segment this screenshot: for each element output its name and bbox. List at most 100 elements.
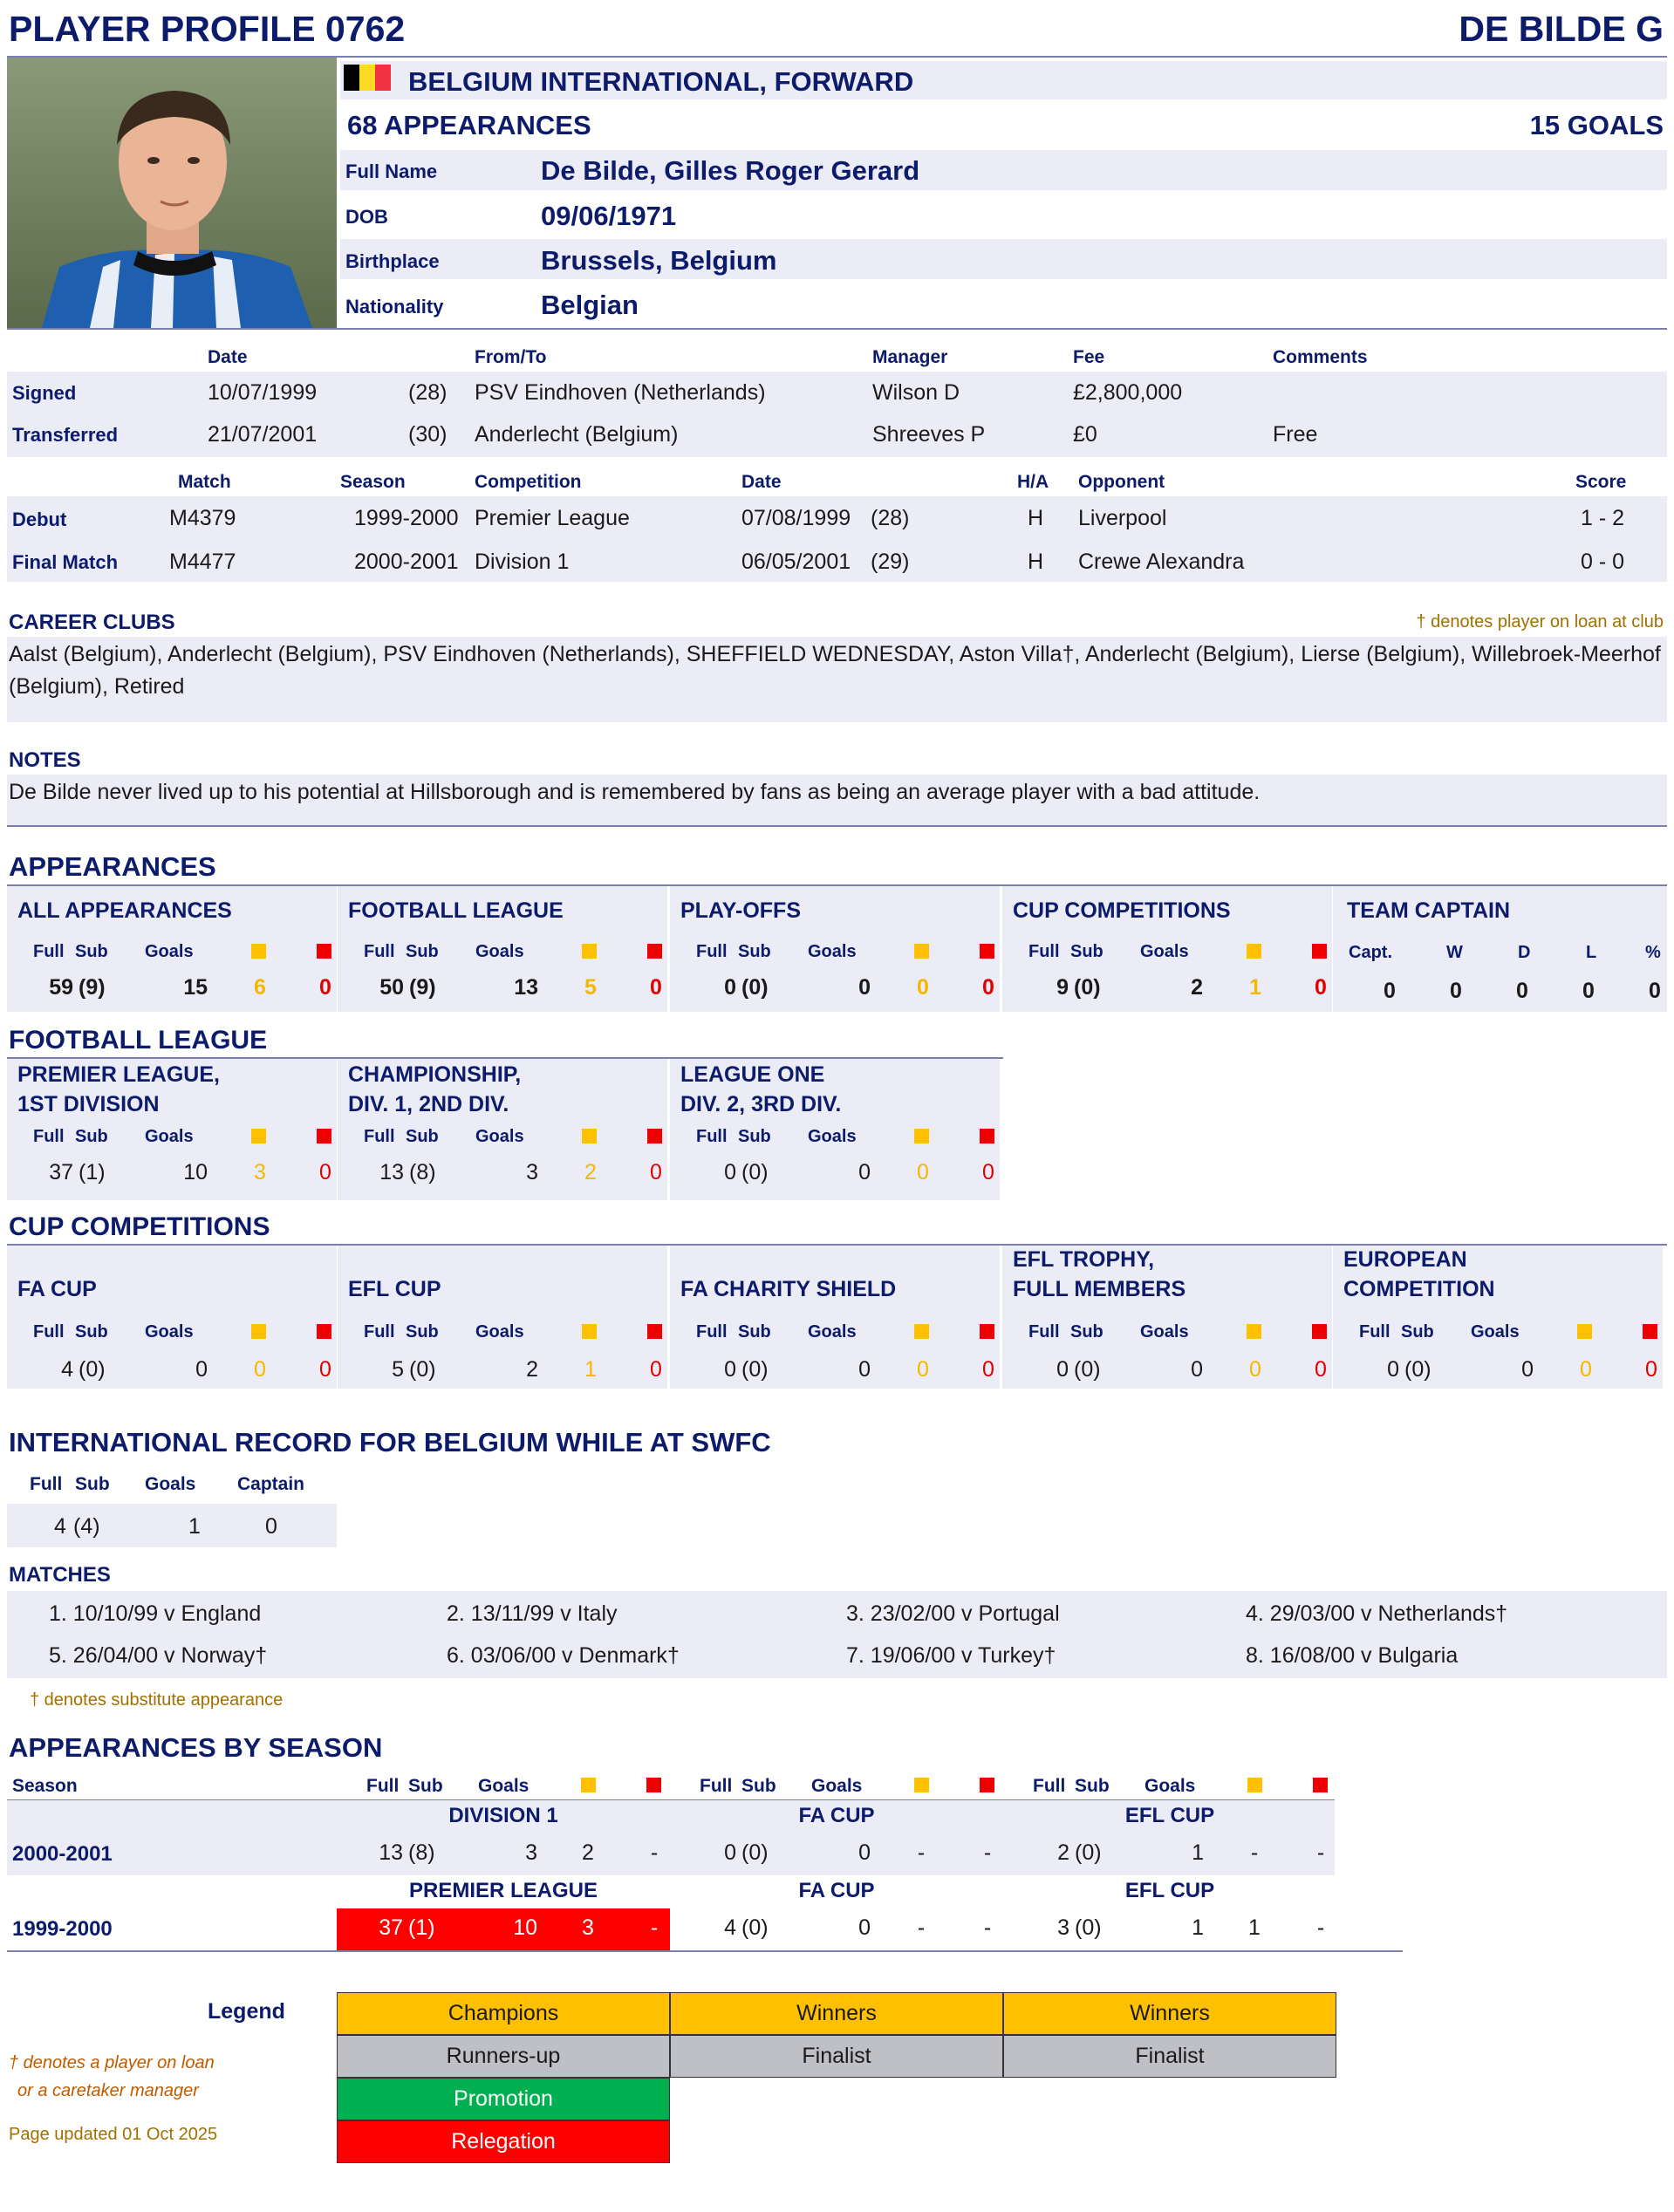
season-goals: 10 (513, 1915, 537, 1940)
cup-competitions-title: CUP COMPETITIONS (9, 1212, 270, 1241)
legend-finalist: Finalist (670, 2035, 1003, 2078)
stat-yellow: 0 (917, 1357, 929, 1382)
season-yellow: - (917, 1915, 926, 1940)
transfers-header-date: Date (208, 347, 248, 367)
red-card-icon (647, 1129, 662, 1144)
stat-sub: (9) (409, 975, 436, 1000)
transfer-type: Signed (12, 382, 77, 404)
captain-value: 0 (1384, 979, 1396, 1003)
col-full-header: Full (696, 942, 728, 961)
col-sub-header: Sub (75, 1322, 108, 1342)
yellow-card-icon (1577, 1324, 1592, 1339)
stat-sub: (0) (1074, 1357, 1101, 1382)
matches-header-score: Score (1575, 472, 1627, 492)
match-type: Final Match (12, 551, 119, 573)
bio-dob: 09/06/1971 (541, 201, 677, 231)
season-goals: 0 (858, 1840, 871, 1865)
legend-finalist: Finalist (1003, 2035, 1336, 2078)
stat-full: 0 (724, 1160, 736, 1185)
season-yellow: 3 (582, 1915, 594, 1940)
stat-goals: 0 (1521, 1357, 1534, 1382)
col-sub-header: Sub (738, 1127, 771, 1146)
col-sub-header: Sub (408, 1776, 443, 1796)
stat-red: 0 (650, 1160, 662, 1185)
matches-header-season: Season (340, 472, 406, 492)
col-sub-header: Sub (1075, 1776, 1110, 1796)
match-score: 1 - 2 (1581, 506, 1625, 530)
col-goals-header: Goals (145, 942, 194, 961)
stat-goals: 15 (183, 975, 208, 1000)
int-header-captain: Captain (237, 1474, 305, 1494)
goals-total: 15 GOALS (1529, 110, 1664, 140)
red-card-icon (1643, 1324, 1657, 1339)
stat-yellow: 1 (584, 1357, 597, 1382)
stat-goals: 0 (858, 1357, 871, 1382)
bio-full-name: De Bilde, Gilles Roger Gerard (541, 155, 920, 186)
notes-text: De Bilde never lived up to his potential… (9, 780, 1261, 804)
stat-goals: 0 (1191, 1357, 1203, 1382)
captain-header: L (1586, 943, 1597, 962)
col-sub-header: Sub (1070, 942, 1103, 961)
match-date: 07/08/1999 (741, 506, 851, 530)
stat-block-title: DIV. 2, 3RD DIV. (680, 1092, 842, 1116)
season-full: 0 (724, 1840, 736, 1865)
int-full: 4 (54, 1514, 66, 1539)
stat-red: 0 (319, 1357, 331, 1382)
stat-red: 0 (650, 1357, 662, 1382)
captain-value: 0 (1649, 979, 1661, 1003)
stat-full: 59 (49, 975, 73, 1000)
career-clubs-title: CAREER CLUBS (9, 611, 175, 634)
transfer-manager: Shreeves P (872, 422, 986, 447)
int-match: 6. 03/06/00 v Denmark† (447, 1643, 680, 1668)
int-match: 3. 23/02/00 v Portugal (846, 1601, 1060, 1626)
international-title: INTERNATIONAL RECORD FOR BELGIUM WHILE A… (9, 1427, 771, 1458)
int-sub: (4) (73, 1514, 100, 1539)
col-goals-header: Goals (808, 1127, 857, 1146)
captain-value: 0 (1516, 979, 1528, 1003)
yellow-card-icon (582, 944, 597, 959)
match-age: (29) (871, 550, 910, 574)
stat-yellow: 3 (254, 1160, 266, 1185)
season-goals: 1 (1192, 1840, 1204, 1865)
stat-full: 5 (392, 1357, 404, 1382)
appearances-title: APPEARANCES (9, 851, 216, 882)
stat-yellow: 0 (917, 975, 929, 1000)
stat-red: 0 (1645, 1357, 1657, 1382)
matches-header-competition: Competition (475, 472, 582, 492)
stat-yellow: 0 (917, 1160, 929, 1185)
football-league-title: FOOTBALL LEAGUE (9, 1026, 268, 1055)
col-full-header: Full (33, 1127, 65, 1146)
season-sub: (0) (741, 1915, 769, 1940)
by-season-season-label: Season (12, 1776, 78, 1796)
int-match: 1. 10/10/99 v England (49, 1601, 262, 1626)
legend-relegation: Relegation (337, 2120, 670, 2163)
season-full: 3 (1057, 1915, 1069, 1940)
bio-nationality: Belgian (541, 290, 639, 320)
career-clubs-line2: (Belgium), Retired (9, 674, 185, 699)
int-match: 2. 13/11/99 v Italy (447, 1601, 618, 1626)
appearances-total: 68 APPEARANCES (347, 110, 591, 140)
player-short-name: DE BILDE G (1459, 9, 1664, 49)
stat-red: 0 (650, 975, 662, 1000)
transfer-age: (28) (408, 380, 448, 405)
season-label: 1999-2000 (12, 1917, 113, 1941)
bio-label: DOB (345, 206, 388, 228)
stat-red: 0 (319, 975, 331, 1000)
season-full: 2 (1057, 1840, 1069, 1865)
season-sub: (0) (741, 1840, 769, 1865)
yellow-card-icon (251, 1324, 266, 1339)
stat-sub: (0) (741, 975, 769, 1000)
match-competition: Division 1 (475, 550, 570, 574)
red-card-icon (980, 1129, 994, 1144)
matches-header-opponent: Opponent (1078, 472, 1165, 492)
yellow-card-icon (914, 1324, 929, 1339)
season-red: - (1316, 1840, 1325, 1865)
stat-block-title: CUP COMPETITIONS (1013, 898, 1231, 923)
stat-sub: (1) (79, 1160, 106, 1185)
bio-rule (7, 328, 1667, 330)
career-loan-note: † denotes player on loan at club (1416, 612, 1664, 632)
season-yellow: 1 (1248, 1915, 1261, 1940)
team-captain-title: TEAM CAPTAIN (1347, 898, 1511, 923)
col-goals-header: Goals (145, 1322, 194, 1342)
career-clubs-line1: Aalst (Belgium), Anderlecht (Belgium), P… (9, 642, 1661, 666)
